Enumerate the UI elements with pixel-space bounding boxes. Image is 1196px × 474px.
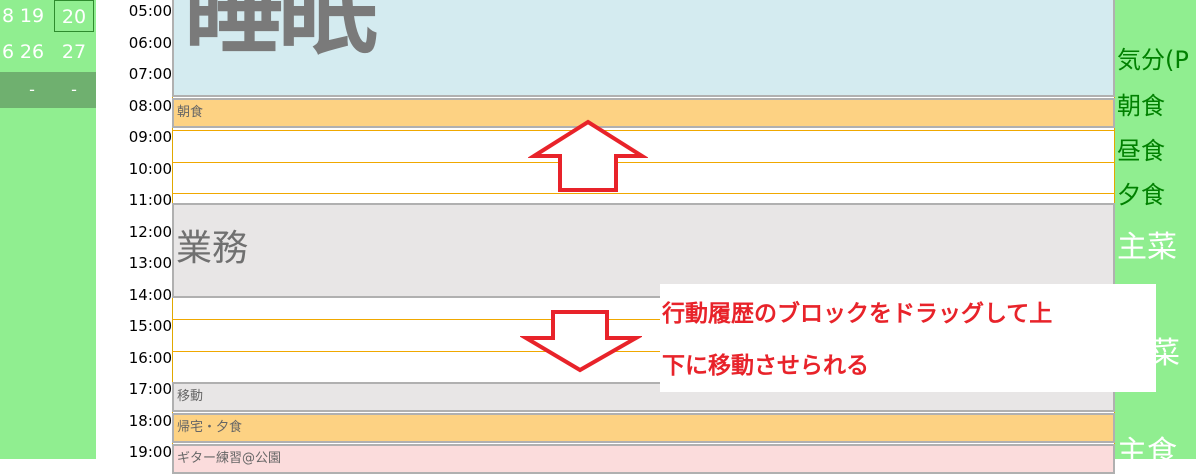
time-label: 06:00 xyxy=(128,33,172,52)
mood-label: 気分(P xyxy=(1117,46,1189,74)
arrow-up-icon xyxy=(528,119,648,192)
time-label: 16:00 xyxy=(128,348,172,367)
calendar-day[interactable]: 27 xyxy=(54,36,94,68)
block-title: ギター練習@公園 xyxy=(177,451,282,466)
calendar-empty: - xyxy=(29,80,35,99)
activity-block-guitar[interactable]: ギター練習@公園 xyxy=(172,444,1115,474)
activity-block-sleep[interactable]: 睡眠 xyxy=(172,0,1115,97)
block-title: 業務 xyxy=(176,228,249,269)
time-label: 05:00 xyxy=(128,2,172,20)
calendar-empty: - xyxy=(71,80,77,99)
calendar-day-selected[interactable]: 20 xyxy=(54,0,94,32)
time-label: 10:00 xyxy=(128,159,172,178)
time-label: 12:00 xyxy=(128,222,172,241)
block-title: 朝食 xyxy=(177,105,204,120)
annotation-text-line2: 下に移動させられる xyxy=(662,353,869,379)
time-label: 19:00 xyxy=(128,443,172,461)
time-label: 18:00 xyxy=(128,411,172,430)
time-label: 11:00 xyxy=(128,191,172,209)
sleep-block-title: 睡眠 xyxy=(184,0,378,68)
lunch-label: 昼食 xyxy=(1117,137,1165,165)
block-title: 帰宅・夕食 xyxy=(177,420,243,435)
mini-calendar xyxy=(0,0,96,459)
calendar-day[interactable]: 26 xyxy=(12,36,52,68)
block-title: 移動 xyxy=(177,389,204,404)
dinner-label: 夕食 xyxy=(1117,181,1165,209)
staple-label: 主食 xyxy=(1117,435,1177,470)
time-label: 17:00 xyxy=(128,380,172,398)
calendar-day[interactable]: 19 xyxy=(12,0,52,32)
arrow-down-icon xyxy=(520,310,642,373)
time-label: 15:00 xyxy=(128,317,172,335)
activity-block-home-dinner[interactable]: 帰宅・夕食 xyxy=(172,413,1115,443)
time-label: 14:00 xyxy=(128,285,172,304)
annotation-text-line1: 行動履歴のブロックをドラッグして上 xyxy=(662,301,1053,327)
time-label: 09:00 xyxy=(128,128,172,146)
time-label: 13:00 xyxy=(128,254,172,272)
time-label: 07:00 xyxy=(128,65,172,83)
time-label: 08:00 xyxy=(128,96,172,115)
main-dish-label: 主菜 xyxy=(1117,230,1177,265)
breakfast-label: 朝食 xyxy=(1117,92,1165,120)
